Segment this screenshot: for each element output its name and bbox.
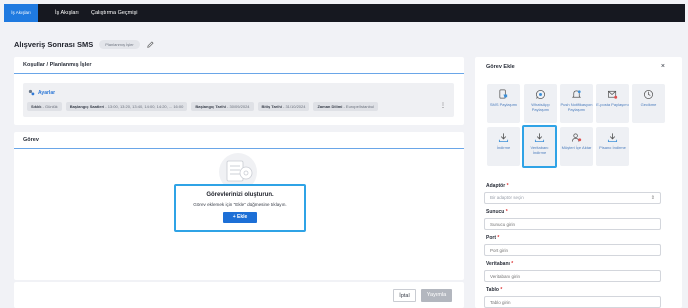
tile-label: E-posta Paylaşımı [596, 102, 629, 107]
port-label: Port * [486, 235, 500, 241]
tile-label: Müşteri İçe Aktar [561, 145, 592, 150]
clock-icon [644, 90, 653, 99]
chip-end-date: Bitiş Tarihi - 31/10/2024 [257, 102, 310, 111]
tile-label: Veritabanı İndirme [530, 145, 549, 155]
database-input[interactable] [484, 270, 661, 282]
page-title: Alışveriş Sonrası SMS [14, 39, 94, 49]
database-download-icon [534, 133, 545, 143]
add-task-panel: Görev Ekle × SMS Paylaşımı WhatsApp Payl… [475, 57, 682, 308]
pencil-icon[interactable] [146, 40, 154, 48]
port-input[interactable] [484, 244, 661, 256]
server-label: Sunucu * [486, 209, 508, 215]
tile-label: Push Notifikasyon Paylaşımı [560, 102, 593, 112]
chip-start-times: Başlangıç Saatleri - 13:00, 13:20, 13:40… [65, 102, 188, 111]
mail-icon [608, 90, 618, 99]
tile-sms[interactable]: SMS Paylaşımı [487, 84, 520, 123]
tile-whatsapp[interactable]: WhatsApp Paylaşımı [524, 84, 557, 123]
publish-button[interactable]: Yayımla [421, 289, 452, 302]
adapter-select[interactable]: Bir adaptör seçin ⇕ [484, 192, 661, 204]
top-nav: İş Akışları İş Akışları Çalıştırma Geçmi… [4, 4, 685, 22]
conditions-header: Koşullar / Planlanmış İşler [14, 57, 464, 74]
empty-state-title: Görevlerinizi oluşturun. [206, 192, 274, 198]
tile-label: WhatsApp Paylaşımı [531, 102, 550, 112]
empty-state-subtitle: Görev eklemek için "Ekle" düğmesine tıkl… [193, 202, 287, 207]
conditions-card: Koşullar / Planlanmış İşler Ayarlar Sıkl… [14, 57, 464, 125]
status-badge: Planlanmış İşler [99, 39, 140, 49]
tab-run-history[interactable]: Çalıştırma Geçmişi [84, 4, 144, 22]
tile-label: Gecikme [640, 102, 657, 107]
panel-title: Görev Ekle [486, 64, 515, 70]
tab-workflows[interactable]: İş Akışları [48, 4, 86, 22]
cancel-button[interactable]: İptal [393, 289, 416, 302]
tile-push[interactable]: Push Notifikasyon Paylaşımı [560, 84, 593, 123]
whatsapp-icon [536, 90, 545, 99]
user-import-icon [572, 133, 582, 142]
tile-database-download[interactable]: Veritabanı İndirme [522, 125, 557, 168]
download-icon [498, 133, 509, 143]
adapter-label: Adaptör * [486, 183, 509, 189]
tile-label: Pisano İndirme [599, 145, 626, 150]
chip-timezone: Zaman Dilimi - Europe/Istanbul [313, 102, 378, 111]
title-row: Alışveriş Sonrası SMS Planlanmış İşler [14, 38, 154, 50]
settings-chips: Sıklık - Günlük Başlangıç Saatleri - 13:… [27, 102, 378, 111]
task-card: Görev Görevlerinizi oluşturun. Görev ekl… [14, 132, 464, 280]
close-icon[interactable]: × [661, 63, 665, 70]
chip-start-date: Başlangıç Tarihi - 30/09/2024 [191, 102, 254, 111]
tile-label: İndirme [496, 145, 511, 150]
settings-box: Ayarlar Sıklık - Günlük Başlangıç Saatle… [23, 83, 454, 117]
tile-delay[interactable]: Gecikme [632, 84, 665, 123]
settings-label: Ayarlar [38, 89, 56, 96]
tile-label: SMS Paylaşımı [489, 102, 518, 107]
add-task-button[interactable]: + Ekle [223, 212, 257, 223]
tile-download[interactable]: İndirme [487, 127, 520, 166]
tile-email[interactable]: E-posta Paylaşımı [596, 84, 629, 123]
settings-icon [28, 89, 35, 96]
task-header: Görev [14, 132, 464, 149]
table-input[interactable] [484, 296, 661, 308]
download-icon [607, 133, 618, 143]
bell-icon [571, 90, 582, 98]
more-options-icon[interactable]: ⋮ [440, 102, 446, 111]
tile-customer-import[interactable]: Müşteri İçe Aktar [560, 127, 593, 166]
chevron-updown-icon: ⇕ [650, 195, 655, 201]
table-label: Tablo * [486, 287, 503, 293]
tab-workflows-active[interactable]: İş Akışları [4, 4, 38, 22]
server-input[interactable] [484, 218, 661, 230]
sms-icon [499, 89, 508, 99]
database-label: Veritabanı * [486, 261, 514, 267]
settings-title: Ayarlar [28, 89, 55, 96]
empty-state-callout: Görevlerinizi oluşturun. Görev eklemek i… [174, 184, 306, 232]
tile-pisano-download[interactable]: Pisano İndirme [596, 127, 629, 166]
chip-frequency: Sıklık - Günlük [27, 102, 62, 111]
